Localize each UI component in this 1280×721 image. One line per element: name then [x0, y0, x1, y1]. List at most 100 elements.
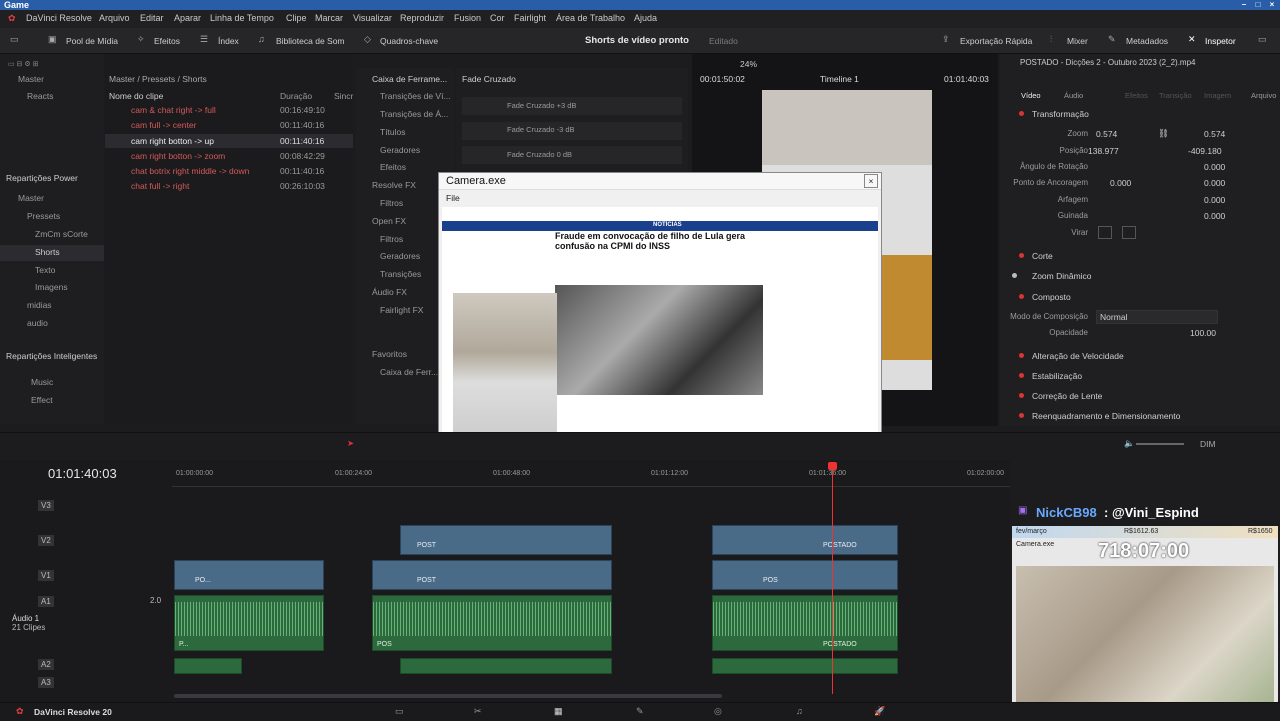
menu-fusion[interactable]: Fusion [454, 13, 481, 23]
track-header-v2[interactable]: V2 [0, 531, 172, 553]
audio-clip[interactable]: POSTADO [712, 595, 898, 651]
power-bin-texto[interactable]: Texto [35, 265, 55, 275]
minimize-icon[interactable]: – [1238, 0, 1250, 10]
enabled-dot-icon[interactable] [1012, 273, 1017, 278]
close-icon[interactable]: × [1266, 0, 1278, 10]
pitch-value[interactable]: 0.000 [1204, 195, 1225, 205]
cut-page-icon[interactable]: ✂ [474, 706, 482, 717]
toolbox-item[interactable]: Transições [380, 269, 421, 279]
audio-clip[interactable] [712, 658, 898, 674]
section-lens[interactable]: Correção de Lente [1032, 391, 1102, 401]
toolbox-item[interactable]: Favoritos [372, 349, 407, 359]
audio-clip[interactable] [400, 658, 612, 674]
fade-item[interactable]: Fade Cruzado +3 dB [507, 101, 576, 110]
track-header-v3[interactable]: V3 [0, 496, 172, 518]
toolbox-item[interactable]: Geradores [380, 145, 420, 155]
tab-transition[interactable]: Transição [1159, 91, 1192, 100]
enabled-dot-icon[interactable] [1019, 111, 1024, 116]
enabled-dot-icon[interactable] [1019, 253, 1024, 258]
power-bin-zmcm[interactable]: ZmCm sCorte [35, 229, 88, 239]
toolbox-item[interactable]: Fairlight FX [380, 305, 423, 315]
media-page-icon[interactable]: ▭ [395, 706, 404, 717]
clip-row-name[interactable]: chat botrix right middle -> down [131, 166, 249, 176]
toolbox-item[interactable]: Transições de Ví... [380, 91, 451, 101]
menu-davinci[interactable]: DaVinci Resolve [26, 13, 92, 23]
audio-clip[interactable]: P... [174, 595, 324, 651]
power-bin-shorts[interactable]: Shorts [35, 247, 60, 257]
clip-row-name[interactable]: cam & chat right -> full [131, 105, 216, 115]
viewer-zoom[interactable]: 24% [740, 59, 757, 69]
enabled-dot-icon[interactable] [1019, 393, 1024, 398]
clip-row-name[interactable]: cam full -> center [131, 120, 196, 130]
fusion-page-icon[interactable]: ✎ [636, 706, 644, 717]
tab-audio[interactable]: Áudio [1064, 91, 1083, 100]
clip-row-name[interactable]: chat full -> right [131, 181, 189, 191]
quick-export-button[interactable]: Exportação Rápida [960, 36, 1032, 46]
fairlight-page-icon[interactable]: ♫ [796, 706, 803, 716]
toolbox-item[interactable]: Open FX [372, 216, 406, 226]
flip-horizontal-icon[interactable] [1098, 226, 1112, 239]
edit-page-icon[interactable]: ▦ [554, 706, 563, 717]
media-pool-button[interactable]: Pool de Mídia [66, 36, 118, 46]
menu-playback[interactable]: Reproduzir [400, 13, 444, 23]
close-icon[interactable]: × [864, 174, 878, 188]
mixer-button[interactable]: Mixer [1067, 36, 1088, 46]
timeline-clip[interactable]: POSTADO [712, 525, 898, 555]
volume-slider[interactable] [1136, 443, 1184, 445]
panel-toggle-right-icon[interactable]: ▭ [1258, 34, 1268, 44]
camera-window-menu-file[interactable]: File [446, 193, 460, 203]
keyframes-button[interactable]: Quadros-chave [380, 36, 438, 46]
toolbox-item[interactable]: Áudio FX [372, 287, 407, 297]
menu-clip[interactable]: Clipe [286, 13, 307, 23]
flip-vertical-icon[interactable] [1122, 226, 1136, 239]
menu-edit[interactable]: Editar [140, 13, 164, 23]
section-stabilization[interactable]: Estabilização [1032, 371, 1082, 381]
playhead-handle[interactable] [828, 462, 837, 470]
track-header-a1[interactable]: A1 Áudio 1 21 Clipes 2.0 [0, 594, 172, 654]
toolbox-item[interactable]: Resolve FX [372, 180, 416, 190]
fade-item[interactable]: Fade Cruzado 0 dB [507, 150, 572, 159]
timeline-clip[interactable]: POST [372, 560, 612, 590]
menu-view[interactable]: Visualizar [353, 13, 392, 23]
toolbox-item[interactable]: Filtros [380, 234, 403, 244]
timeline-clip[interactable]: PO... [174, 560, 324, 590]
tab-effects[interactable]: Efeitos [1125, 91, 1148, 100]
timeline-ruler[interactable] [172, 460, 1010, 487]
timeline-clip[interactable]: POS [712, 560, 898, 590]
toolbox-item[interactable]: Geradores [380, 251, 420, 261]
anchor-x[interactable]: 0.000 [1110, 178, 1131, 188]
playhead[interactable] [832, 464, 833, 694]
toolbox-item[interactable]: Transições de Á... [380, 109, 448, 119]
tab-video[interactable]: Vídeo [1021, 91, 1041, 100]
power-bin-imagens[interactable]: Imagens [35, 282, 68, 292]
menu-workspace[interactable]: Área de Trabalho [556, 13, 625, 23]
effects-button[interactable]: Efeitos [154, 36, 180, 46]
bin-reacts[interactable]: Reacts [27, 91, 53, 101]
timeline-clip[interactable]: POST [400, 525, 612, 555]
viewer-timeline-name[interactable]: Timeline 1 [820, 74, 859, 84]
power-bin-midias[interactable]: midias [27, 300, 52, 310]
power-bin-pressets[interactable]: Pressets [27, 211, 60, 221]
section-crop[interactable]: Corte [1032, 251, 1053, 261]
section-reframe[interactable]: Reenquadramento e Dimensionamento [1032, 411, 1180, 421]
selection-tool-icon[interactable]: ➤ [347, 438, 354, 449]
position-x[interactable]: 138.977 [1088, 146, 1119, 156]
zoom-y[interactable]: 0.574 [1204, 129, 1225, 139]
zoom-x[interactable]: 0.574 [1096, 129, 1117, 139]
menu-file[interactable]: Arquivo [99, 13, 130, 23]
track-header-v1[interactable]: V1 [0, 566, 172, 588]
dim-button[interactable]: DIM [1200, 439, 1216, 449]
volume-icon[interactable]: 🔈 [1124, 438, 1135, 449]
menu-color[interactable]: Cor [490, 13, 505, 23]
power-bin-master[interactable]: Master [18, 193, 44, 203]
position-y[interactable]: -409.180 [1188, 146, 1222, 156]
maximize-icon[interactable]: □ [1252, 0, 1264, 10]
col-sync-header[interactable]: Sincr [334, 91, 353, 101]
clip-row-name[interactable]: cam right botton -> up [131, 136, 214, 146]
section-speed[interactable]: Alteração de Velocidade [1032, 351, 1124, 361]
menu-help[interactable]: Ajuda [634, 13, 657, 23]
yaw-value[interactable]: 0.000 [1204, 211, 1225, 221]
col-duration-header[interactable]: Duração [280, 91, 312, 101]
anchor-y[interactable]: 0.000 [1204, 178, 1225, 188]
toolbox-item[interactable]: Títulos [380, 127, 406, 137]
